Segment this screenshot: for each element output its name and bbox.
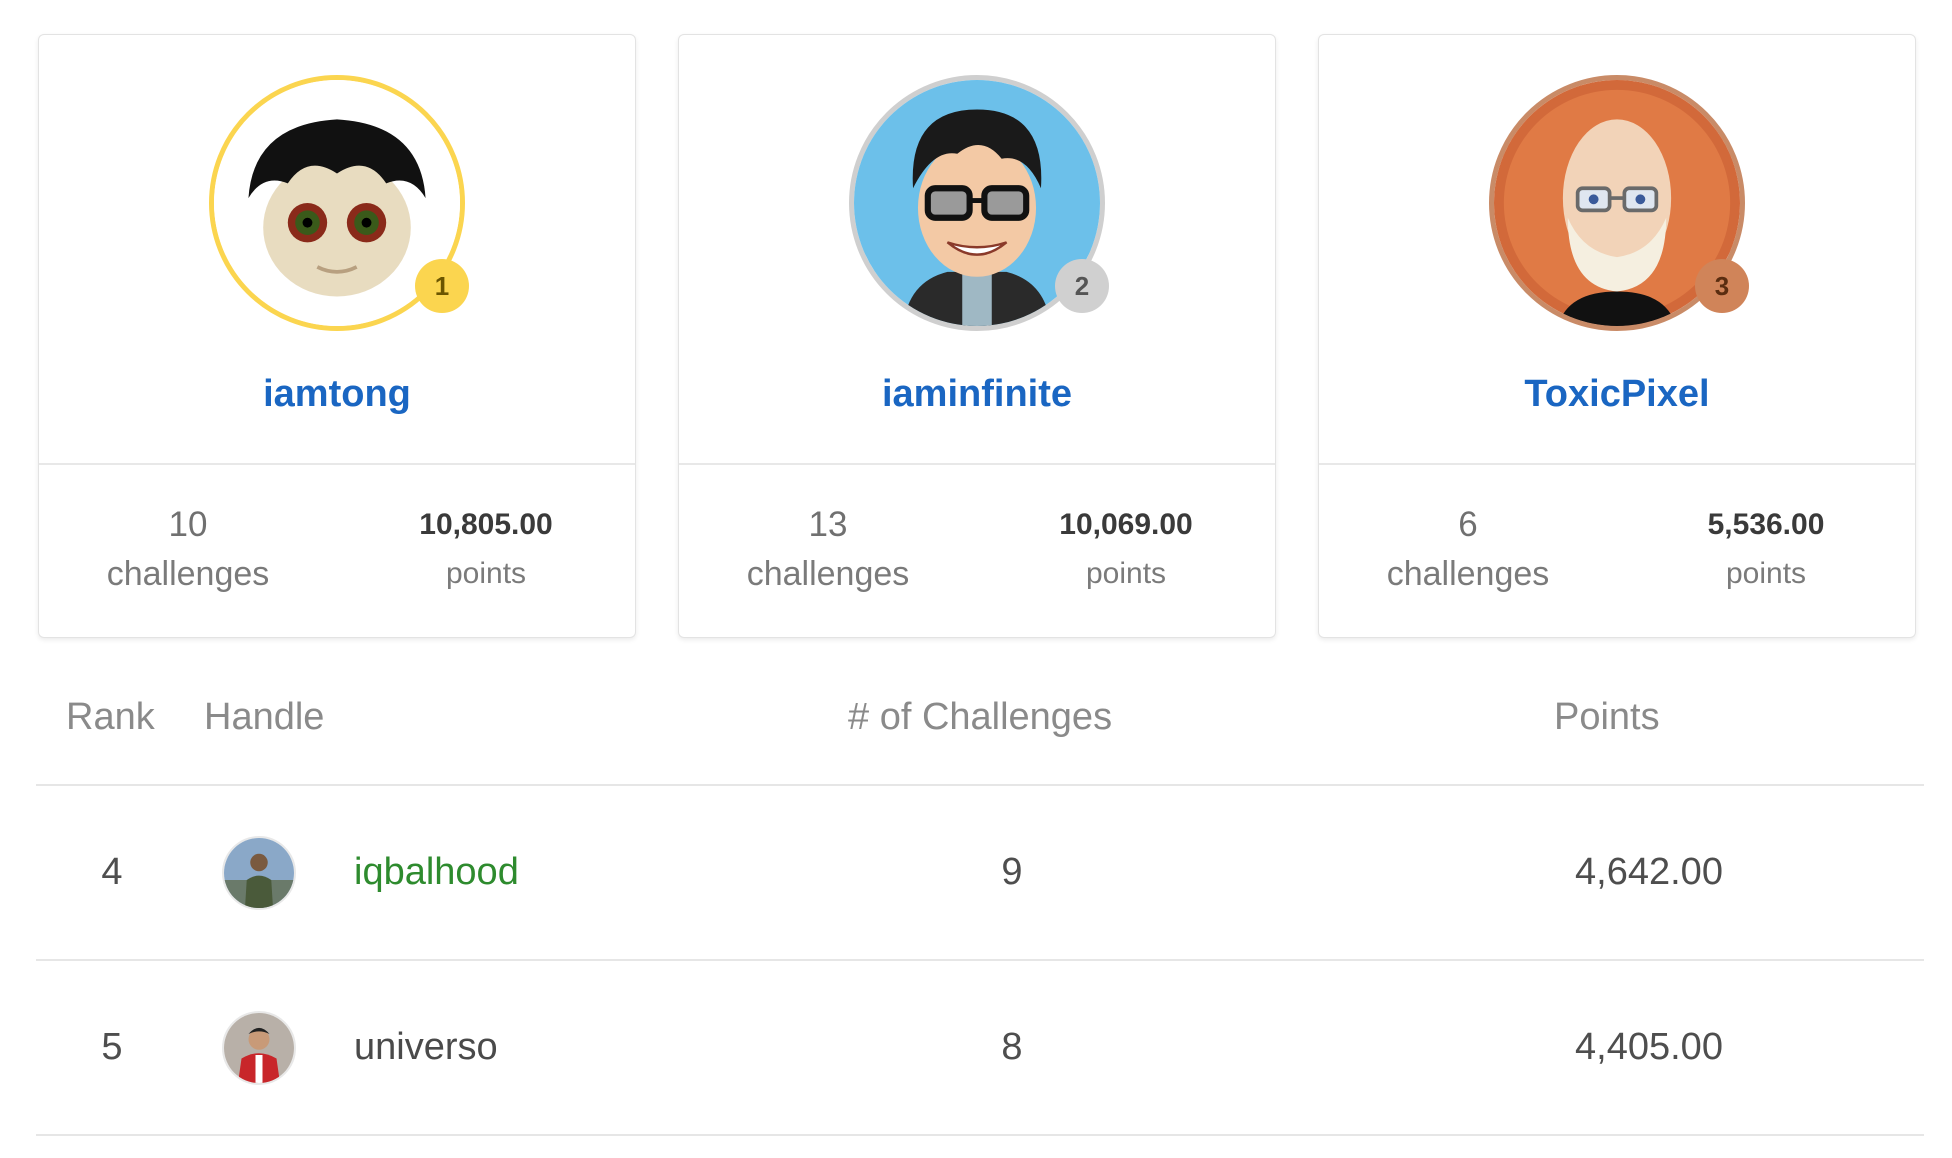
rank-badge: 1 [415,259,469,313]
challenges-label: challenges [106,555,270,593]
points-value: 5,536.00 [1707,508,1825,541]
points-label: points [445,557,527,590]
user-handle-link[interactable]: universo [354,1026,498,1069]
table-row: 4 iqbalhood 9 4,642.00 [36,786,1924,961]
podium-stats: 13 challenges 10,069.00 points [679,465,1275,639]
rank-badge: 3 [1695,259,1749,313]
handle-cell: iqbalhood [354,786,519,959]
user-photo-icon [224,837,294,908]
podium-stats: 6 challenges 5,536.00 points [1319,465,1915,639]
leaderboard-table: Rank Handle # of Challenges Points 4 iqb… [36,672,1924,1136]
points-stat: 10,069.00 points [977,465,1275,639]
header-rank[interactable]: Rank [66,696,155,739]
user-photo-icon [224,1012,294,1083]
header-handle[interactable]: Handle [204,696,324,739]
points-label: points [1085,557,1167,590]
points-value: 10,069.00 [1059,508,1193,541]
user-handle-link[interactable]: iaminfinite [679,373,1275,416]
avatar-cell [222,786,300,959]
points-cell: 4,642.00 [1575,851,1723,893]
points-label: points [1725,557,1807,590]
handle-cell: universo [354,961,498,1134]
podium-stats: 10 challenges 10,805.00 points [39,465,635,639]
podium-card-header: 2 iaminfinite [679,35,1275,465]
avatar[interactable] [222,1010,296,1085]
challenges-count: 13 [808,505,848,544]
avatar-cell [222,961,300,1134]
challenges-count: 6 [1458,505,1478,544]
challenges-count: 10 [168,505,208,544]
table-header: Rank Handle # of Challenges Points [36,672,1924,786]
podium-card-header: 3 ToxicPixel [1319,35,1915,465]
avatar-container[interactable]: 1 [209,75,469,331]
challenges-stat: 13 challenges [679,465,977,639]
podium-card-header: 1 iamtong [39,35,635,465]
podium: 1 iamtong 10 challenges 10,805.00 points [38,34,1916,638]
user-handle-link[interactable]: iamtong [39,373,635,416]
challenges-cell: 8 [1001,1026,1023,1068]
challenges-stat: 6 challenges [1319,465,1617,639]
rank-cell: 5 [101,1026,123,1068]
avatar-container[interactable]: 3 [1489,75,1749,331]
podium-card-1: 1 iamtong 10 challenges 10,805.00 points [38,34,636,638]
points-value: 10,805.00 [419,508,553,541]
rank-cell: 4 [101,851,123,893]
avatar-container[interactable]: 2 [849,75,1109,331]
points-stat: 10,805.00 points [337,465,635,639]
points-stat: 5,536.00 points [1617,465,1915,639]
points-cell: 4,405.00 [1575,1026,1723,1068]
header-challenges[interactable]: # of Challenges [848,696,1112,739]
podium-card-3: 3 ToxicPixel 6 challenges 5,536.00 point… [1318,34,1916,638]
rank-badge: 2 [1055,259,1109,313]
challenges-label: challenges [746,555,910,593]
challenges-cell: 9 [1001,851,1023,893]
header-points[interactable]: Points [1554,696,1660,739]
user-handle-link[interactable]: iqbalhood [354,851,519,894]
user-handle-link[interactable]: ToxicPixel [1319,373,1915,416]
podium-card-2: 2 iaminfinite 13 challenges 10,069.00 po… [678,34,1276,638]
challenges-label: challenges [1386,555,1550,593]
challenges-stat: 10 challenges [39,465,337,639]
table-row: 5 universo 8 4,405.00 [36,961,1924,1136]
avatar[interactable] [222,835,296,910]
